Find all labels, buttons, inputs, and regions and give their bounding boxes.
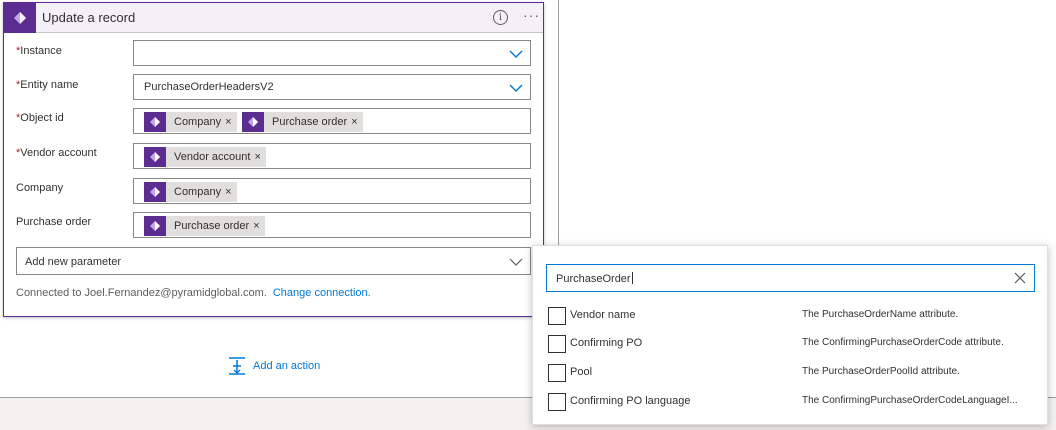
purchase-order-label: Purchase order bbox=[16, 216, 92, 228]
remove-token-icon[interactable]: × bbox=[225, 116, 236, 128]
chevron-down-icon[interactable] bbox=[509, 255, 523, 269]
token-purchase-order[interactable]: Purchase order × bbox=[242, 112, 363, 132]
checkbox[interactable] bbox=[548, 307, 566, 325]
instance-field[interactable] bbox=[133, 40, 531, 66]
info-icon[interactable]: i bbox=[493, 10, 508, 25]
token-purchase-order[interactable]: Purchase order × bbox=[144, 216, 265, 236]
company-field[interactable]: Company × bbox=[133, 178, 531, 204]
power-apps-icon bbox=[144, 182, 166, 202]
entity-name-field[interactable]: PurchaseOrderHeadersV2 bbox=[133, 74, 531, 100]
company-label: Company bbox=[16, 182, 64, 194]
power-apps-icon bbox=[144, 147, 166, 167]
purchase-order-field[interactable]: Purchase order × bbox=[133, 212, 531, 238]
entity-name-label: *Entity name bbox=[16, 79, 79, 91]
list-item[interactable]: Confirming PO The ConfirmingPurchaseOrde… bbox=[548, 334, 1043, 354]
remove-token-icon[interactable]: × bbox=[254, 151, 265, 163]
more-options-icon[interactable]: ··· bbox=[523, 7, 540, 23]
card-header[interactable]: Update a record i ··· bbox=[4, 3, 543, 33]
add-action-button[interactable]: Add an action bbox=[227, 356, 320, 376]
power-apps-icon bbox=[4, 3, 36, 33]
clear-icon[interactable] bbox=[1013, 271, 1027, 285]
object-id-field[interactable]: Company × Purchase order × bbox=[133, 108, 531, 134]
power-apps-icon bbox=[242, 112, 264, 132]
card-title: Update a record bbox=[42, 10, 136, 25]
parameter-dropdown: PurchaseOrder Vendor name The PurchaseOr… bbox=[532, 245, 1048, 425]
remove-token-icon[interactable]: × bbox=[225, 186, 236, 198]
checkbox[interactable] bbox=[548, 364, 566, 382]
power-apps-icon bbox=[144, 112, 166, 132]
change-connection-link[interactable]: Change connection. bbox=[273, 287, 371, 299]
connection-info: Connected to Joel.Fernandez@pyramidgloba… bbox=[16, 287, 371, 299]
add-new-parameter-label: Add new parameter bbox=[25, 256, 121, 268]
token-company[interactable]: Company × bbox=[144, 182, 237, 202]
list-item[interactable]: Confirming PO language The ConfirmingPur… bbox=[548, 392, 1043, 412]
chevron-down-icon[interactable] bbox=[509, 47, 523, 61]
checkbox[interactable] bbox=[548, 393, 566, 411]
instance-label: *Instance bbox=[16, 45, 62, 57]
update-record-card: Update a record i ··· *Instance *Entity … bbox=[3, 2, 544, 317]
checkbox[interactable] bbox=[548, 335, 566, 353]
entity-name-value: PurchaseOrderHeadersV2 bbox=[144, 81, 274, 93]
vendor-account-field[interactable]: Vendor account × bbox=[133, 143, 531, 169]
add-action-label: Add an action bbox=[253, 360, 321, 372]
token-vendor-account[interactable]: Vendor account × bbox=[144, 147, 266, 167]
remove-token-icon[interactable]: × bbox=[253, 220, 264, 232]
vendor-account-label: *Vendor account bbox=[16, 147, 97, 159]
parameter-search-input[interactable]: PurchaseOrder bbox=[546, 264, 1035, 292]
list-item[interactable]: Pool The PurchaseOrderPoolId attribute. bbox=[548, 363, 1043, 383]
token-company[interactable]: Company × bbox=[144, 112, 237, 132]
chevron-down-icon[interactable] bbox=[509, 81, 523, 95]
object-id-label: *Object id bbox=[16, 112, 64, 124]
remove-token-icon[interactable]: × bbox=[351, 116, 362, 128]
add-new-parameter-dropdown[interactable]: Add new parameter bbox=[16, 247, 531, 275]
add-action-icon bbox=[229, 357, 245, 375]
list-item[interactable]: Vendor name The PurchaseOrderName attrib… bbox=[548, 306, 1043, 326]
power-apps-icon bbox=[144, 216, 166, 236]
